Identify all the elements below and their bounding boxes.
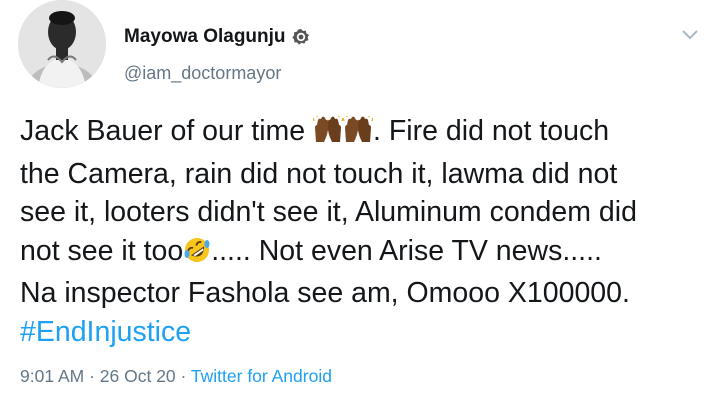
tweet-line-3: see it, looters didn't see it, Aluminum … (20, 196, 637, 228)
tweet-text-segment: Jack Bauer of our time (20, 115, 314, 147)
avatar[interactable] (18, 0, 106, 88)
tweet-line-4: not see it too ..... Not even Arise TV ne… (20, 235, 602, 267)
verified-badge-icon (291, 28, 310, 46)
tweet-text-segment: . Fire did not touch (373, 115, 610, 147)
author-handle[interactable]: @iam_doctormayor (124, 63, 281, 84)
tweet-date[interactable]: 26 Oct 20 (100, 366, 176, 386)
avatar-photo (18, 0, 106, 88)
tweet-time[interactable]: 9:01 AM (20, 366, 84, 386)
raising-hands-icon (312, 116, 344, 155)
tweet-text-segment: ..... Not even Arise TV news..... (211, 234, 602, 267)
tweet-line-1: Jack Bauer of our time . Fire did not to… (20, 115, 609, 147)
chevron-down-icon[interactable] (681, 28, 699, 42)
tweet-text: Jack Bauer of our time . Fire did not to… (20, 112, 710, 351)
tweet-line-2: the Camera, rain did not touch it, lawma… (20, 157, 618, 190)
tweet-metadata: 9:01 AM · 26 Oct 20 · Twitter for Androi… (20, 366, 332, 387)
meta-separator: · (84, 366, 100, 386)
hashtag-link[interactable]: #EndInjustice (20, 316, 191, 348)
tweet-text-segment: not see it too (20, 234, 184, 267)
raising-hands-icon (342, 116, 374, 155)
author-name-row: Mayowa Olagunju (124, 26, 310, 48)
tweet-source-link[interactable]: Twitter for Android (191, 366, 332, 386)
rolling-on-floor-laughing-icon (183, 236, 211, 275)
meta-separator: · (175, 366, 191, 386)
tweet-line-5: Na inspector Fashola see am, Omooo X1000… (20, 277, 630, 309)
author-display-name[interactable]: Mayowa Olagunju (124, 26, 286, 48)
